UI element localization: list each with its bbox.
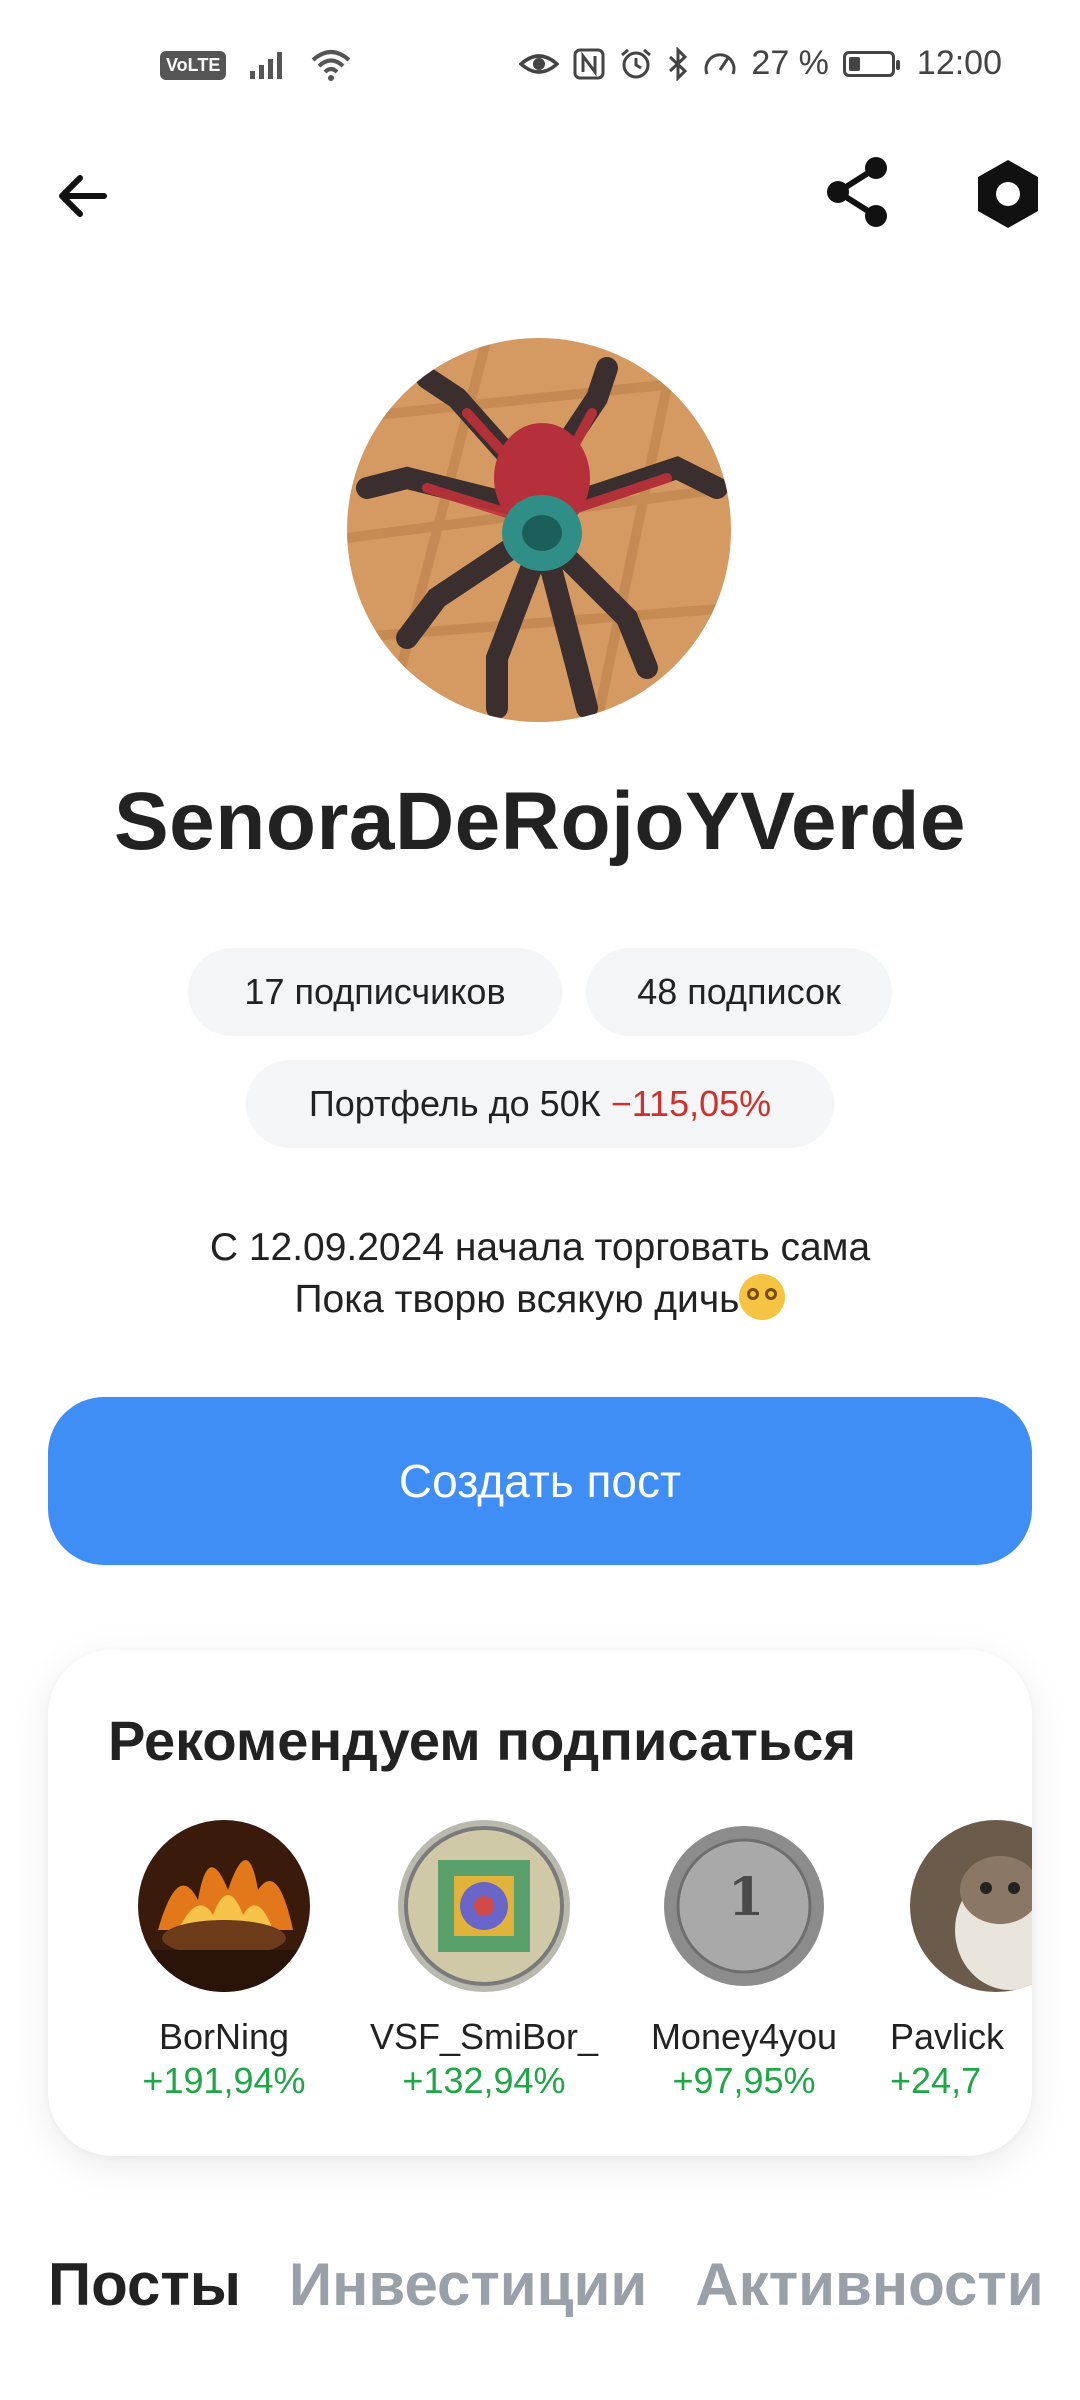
profile-tabs: Посты Инвестиции Активности bbox=[48, 2250, 1044, 2319]
recommendations-title: Рекомендуем подписаться bbox=[108, 1709, 857, 1772]
recommended-user[interactable]: VSF_SmiBor_ +132,94% bbox=[354, 1820, 614, 2102]
tab-activities[interactable]: Активности bbox=[695, 2250, 1043, 2319]
settings-hex-icon bbox=[978, 160, 1038, 228]
bio-line-1: С 12.09.2024 начала торговать сама bbox=[209, 1226, 871, 1269]
eye-icon bbox=[519, 53, 560, 74]
share-button[interactable] bbox=[820, 152, 900, 232]
recommended-user-name: BorNing bbox=[158, 2016, 290, 2057]
coin-avatar-image: 1 bbox=[658, 1820, 830, 1992]
recommended-user[interactable]: BorNing +191,94% bbox=[94, 1820, 354, 2102]
recommended-user-avatar bbox=[138, 1820, 310, 1992]
followers-count: 17 подписчиков bbox=[244, 971, 506, 1012]
status-left: VoLTE bbox=[160, 48, 352, 82]
tab-posts[interactable]: Посты bbox=[48, 2250, 241, 2319]
profile-bio: С 12.09.2024 начала торговать сама Пока … bbox=[0, 1222, 1080, 1326]
portfolio-change: −115,05% bbox=[610, 1083, 772, 1124]
recommended-user-gain: +132,94% bbox=[402, 2060, 566, 2101]
share-icon bbox=[827, 157, 887, 227]
alarm-icon bbox=[621, 48, 652, 78]
tab-investments[interactable]: Инвестиции bbox=[289, 2250, 647, 2319]
mandala-avatar-image bbox=[398, 1820, 570, 1992]
recommended-user-name: Money4you bbox=[650, 2016, 838, 2057]
bluetooth-icon bbox=[669, 46, 688, 81]
battery-percent: 27 % bbox=[751, 44, 829, 82]
recommended-user-avatar bbox=[398, 1820, 570, 1992]
arrow-left-icon bbox=[59, 175, 107, 217]
create-post-button[interactable]: Создать пост bbox=[48, 1397, 1032, 1565]
followers-chip[interactable]: 17 подписчиков bbox=[188, 948, 562, 1036]
following-chip[interactable]: 48 подписок bbox=[586, 948, 892, 1036]
bio-line-2-wrap: Пока творю всякую дичь bbox=[0, 1274, 1080, 1326]
tarantula-avatar-image bbox=[347, 338, 731, 722]
back-button[interactable] bbox=[48, 160, 120, 232]
recommended-user-avatar: 1 bbox=[658, 1820, 830, 1992]
profile-avatar[interactable] bbox=[347, 338, 731, 722]
portfolio-label: Портфель до 50К bbox=[308, 1083, 601, 1124]
wifi-icon bbox=[312, 50, 351, 81]
dizzy-face-emoji-icon bbox=[739, 1274, 786, 1320]
recommended-user-gain: +191,94% bbox=[142, 2060, 306, 2101]
svg-text:1: 1 bbox=[728, 1867, 764, 1928]
nfc-icon bbox=[573, 48, 605, 79]
speedometer-icon bbox=[704, 52, 736, 75]
portfolio-chip[interactable]: Портфель до 50К −115,05% bbox=[246, 1060, 834, 1148]
recommended-user-avatar bbox=[910, 1820, 1032, 1992]
recommended-user[interactable]: Pavlick +24,7 bbox=[874, 1820, 1032, 2102]
battery-fill bbox=[848, 56, 860, 71]
recommended-user-gain: +24,7 bbox=[890, 2060, 982, 2101]
recommendations-card: Рекомендуем подписаться BorNing +191,94% bbox=[48, 1650, 1032, 2156]
status-right: 27 % 12:00 bbox=[519, 44, 1002, 83]
recommended-user-name: Pavlick bbox=[890, 2016, 1005, 2057]
clock: 12:00 bbox=[916, 44, 1002, 82]
status-bar: VoLTE 27 % 12:00 bbox=[0, 0, 1080, 140]
settings-button[interactable] bbox=[968, 154, 1048, 234]
volte-indicator: VoLTE bbox=[160, 50, 227, 80]
cat-avatar-image bbox=[910, 1820, 1032, 1992]
bio-line-2: Пока творю всякую дичь bbox=[294, 1278, 740, 1321]
following-count: 48 подписок bbox=[637, 971, 841, 1012]
recommended-user[interactable]: 1 Money4you +97,95% bbox=[614, 1820, 874, 2102]
fire-avatar-image bbox=[138, 1820, 310, 1992]
signal-icon bbox=[250, 52, 283, 79]
profile-username: SenoraDeRojoYVerde bbox=[113, 776, 967, 867]
battery-icon bbox=[842, 50, 900, 77]
recommended-user-gain: +97,95% bbox=[672, 2060, 816, 2101]
recommended-user-name: VSF_SmiBor_ bbox=[369, 2016, 599, 2057]
